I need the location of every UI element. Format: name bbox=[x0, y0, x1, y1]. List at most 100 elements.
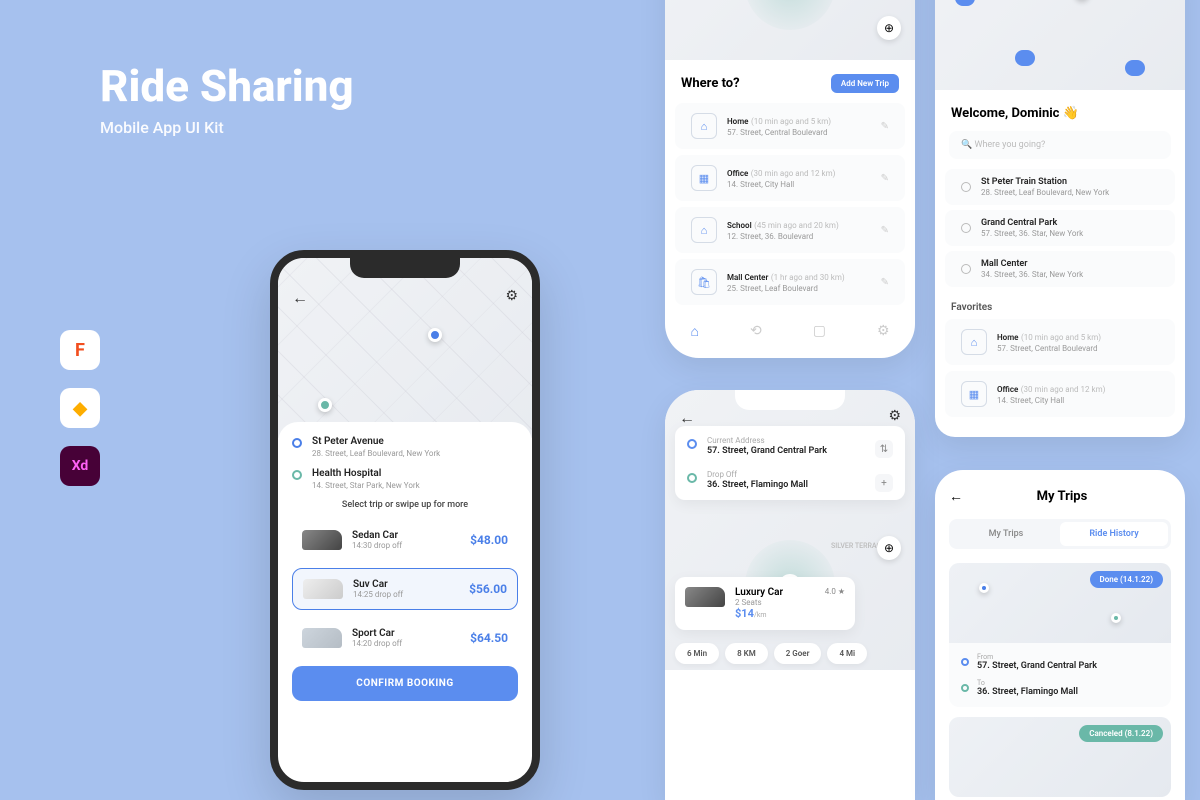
tab-ride-history[interactable]: Ride History bbox=[1060, 522, 1168, 546]
hero-title-block: Ride Sharing Mobile App UI Kit bbox=[100, 60, 354, 137]
car-price: $64.50 bbox=[470, 631, 508, 645]
dropoff-pin-icon bbox=[318, 398, 332, 412]
home-icon: ⌂ bbox=[691, 113, 717, 139]
car-marker-icon bbox=[1125, 60, 1145, 76]
office-icon: ▦ bbox=[691, 165, 717, 191]
destination-office[interactable]: ▦ Office (30 min ago and 12 km)14. Stree… bbox=[675, 155, 905, 201]
map-view[interactable]: ← ⚙ Current Address57. Street, Grand Cen… bbox=[665, 390, 915, 670]
car-marker-icon bbox=[955, 0, 975, 6]
car-image-icon bbox=[302, 628, 342, 648]
tab-chat-icon[interactable]: ▢ bbox=[813, 323, 826, 340]
map-view[interactable]: ⊕ bbox=[665, 0, 915, 60]
swap-icon[interactable]: ⇅ bbox=[875, 440, 893, 458]
map-view[interactable]: ← ⚙ bbox=[278, 258, 532, 438]
hero-subtitle: Mobile App UI Kit bbox=[100, 118, 354, 137]
car-image-icon bbox=[302, 530, 342, 550]
search-input[interactable]: 🔍 Where you going? bbox=[949, 131, 1171, 159]
phone-notch bbox=[350, 256, 460, 278]
edit-icon[interactable]: ✎ bbox=[881, 121, 889, 132]
back-arrow-icon[interactable]: ← bbox=[292, 288, 308, 308]
pickup-dot-icon bbox=[292, 438, 302, 448]
sketch-icon: ◆ bbox=[60, 388, 100, 428]
current-dot-icon bbox=[687, 439, 697, 449]
rating-label: 4.0 ★ bbox=[825, 587, 845, 596]
phone-notch bbox=[735, 390, 845, 410]
pickup-pin-icon bbox=[428, 328, 442, 342]
where-to-title: Where to? bbox=[681, 76, 740, 91]
phone-my-trips: ← My Trips My Trips Ride History Done (1… bbox=[935, 470, 1185, 800]
chip-goer[interactable]: 2 Goer bbox=[774, 643, 822, 664]
trip-card-done[interactable]: Done (14.1.22) From57. Street, Grand Cen… bbox=[949, 563, 1171, 707]
segmented-control: My Trips Ride History bbox=[949, 519, 1171, 549]
back-arrow-icon[interactable]: ← bbox=[949, 488, 963, 505]
booking-sheet: St Peter Avenue 28. Street, Leaf Bouleva… bbox=[278, 422, 532, 715]
add-new-trip-button[interactable]: Add New Trip bbox=[831, 74, 899, 93]
radar-location-icon bbox=[745, 0, 835, 30]
tab-route-icon[interactable]: ⟲ bbox=[750, 323, 762, 340]
phone-route: ← ⚙ Current Address57. Street, Grand Cen… bbox=[665, 390, 915, 800]
welcome-greeting: Welcome, Dominic 👋 bbox=[935, 90, 1185, 131]
swipe-hint: Select trip or swipe up for more bbox=[292, 500, 518, 510]
destination-home[interactable]: ⌂ Home (10 min ago and 5 km)57. Street, … bbox=[675, 103, 905, 149]
locate-me-button[interactable]: ⊕ bbox=[877, 16, 901, 40]
add-stop-icon[interactable]: + bbox=[875, 474, 893, 492]
trip-map-preview: Done (14.1.22) bbox=[949, 563, 1171, 643]
locate-me-button[interactable]: ⊕ bbox=[877, 536, 901, 560]
destination-mall[interactable]: 🛍 Mall Center (1 hr ago and 30 km)25. St… bbox=[675, 259, 905, 305]
chip-distance[interactable]: 8 KM bbox=[725, 643, 768, 664]
luxury-car-card[interactable]: Luxury Car 2 Seats $14/km 4.0 ★ bbox=[675, 577, 855, 630]
favorite-office[interactable]: ▦ Office (30 min ago and 12 km)14. Stree… bbox=[945, 371, 1175, 417]
phone-welcome: Welcome, Dominic 👋 🔍 Where you going? St… bbox=[935, 0, 1185, 437]
favorites-label: Favorites bbox=[935, 292, 1185, 319]
tab-bar: ⌂ ⟲ ▢ ⚙ bbox=[665, 311, 915, 344]
trip-chips: 6 Min 8 KM 2 Goer 4 Mi bbox=[675, 643, 905, 664]
gear-icon[interactable]: ⚙ bbox=[888, 408, 901, 424]
edit-icon[interactable]: ✎ bbox=[881, 173, 889, 184]
car-price: $56.00 bbox=[469, 582, 507, 596]
from-dot-icon bbox=[961, 658, 969, 666]
confirm-booking-button[interactable]: CONFIRM BOOKING bbox=[292, 666, 518, 701]
pin-icon bbox=[1111, 613, 1121, 623]
edit-icon[interactable]: ✎ bbox=[881, 277, 889, 288]
pickup-waypoint: St Peter Avenue 28. Street, Leaf Bouleva… bbox=[292, 436, 518, 458]
to-dot-icon bbox=[961, 684, 969, 692]
design-tool-icons: F ◆ Xd bbox=[60, 330, 100, 486]
car-option-suv[interactable]: Suv Car14:25 drop off $56.00 bbox=[292, 568, 518, 610]
status-badge: Done (14.1.22) bbox=[1090, 571, 1163, 588]
destination-school[interactable]: ⌂ School (45 min ago and 20 km)12. Stree… bbox=[675, 207, 905, 253]
tab-settings-icon[interactable]: ⚙ bbox=[877, 323, 890, 340]
map-view[interactable] bbox=[935, 0, 1185, 90]
phone-confirm-booking: ← ⚙ St Peter Avenue 28. Street, Leaf Bou… bbox=[270, 250, 540, 790]
recent-location[interactable]: St Peter Train Station28. Street, Leaf B… bbox=[945, 169, 1175, 205]
gear-icon[interactable]: ⚙ bbox=[505, 288, 518, 304]
dropoff-name: Health Hospital bbox=[312, 468, 420, 479]
pin-icon bbox=[979, 583, 989, 593]
trip-card-canceled[interactable]: Canceled (8.1.22) bbox=[949, 717, 1171, 797]
recent-location[interactable]: Mall Center34. Street, 36. Star, New Yor… bbox=[945, 251, 1175, 287]
chip-time[interactable]: 6 Min bbox=[675, 643, 719, 664]
tab-my-trips[interactable]: My Trips bbox=[952, 522, 1060, 546]
favorite-home[interactable]: ⌂ Home (10 min ago and 5 km)57. Street, … bbox=[945, 319, 1175, 365]
pickup-name: St Peter Avenue bbox=[312, 436, 440, 447]
clock-icon bbox=[961, 223, 971, 233]
clock-icon bbox=[961, 264, 971, 274]
office-icon: ▦ bbox=[961, 381, 987, 407]
trips-title: My Trips bbox=[973, 489, 1151, 504]
clock-icon bbox=[961, 182, 971, 192]
edit-icon[interactable]: ✎ bbox=[881, 225, 889, 236]
status-badge: Canceled (8.1.22) bbox=[1079, 725, 1163, 742]
mall-icon: 🛍 bbox=[691, 269, 717, 295]
tab-home-icon[interactable]: ⌂ bbox=[691, 323, 699, 340]
hero-title: Ride Sharing bbox=[100, 60, 354, 112]
drop-dot-icon bbox=[687, 473, 697, 483]
car-price: $48.00 bbox=[470, 533, 508, 547]
car-image-icon bbox=[685, 587, 725, 607]
recent-location[interactable]: Grand Central Park57. Street, 36. Star, … bbox=[945, 210, 1175, 246]
car-option-sedan[interactable]: Sedan Car14:30 drop off $48.00 bbox=[292, 520, 518, 560]
school-icon: ⌂ bbox=[691, 217, 717, 243]
car-option-sport[interactable]: Sport Car14:20 drop off $64.50 bbox=[292, 618, 518, 658]
back-arrow-icon[interactable]: ← bbox=[679, 408, 695, 428]
home-icon: ⌂ bbox=[961, 329, 987, 355]
chip-miles[interactable]: 4 Mi bbox=[827, 643, 867, 664]
dropoff-addr: 14. Street, Star Park, New York bbox=[312, 481, 420, 490]
